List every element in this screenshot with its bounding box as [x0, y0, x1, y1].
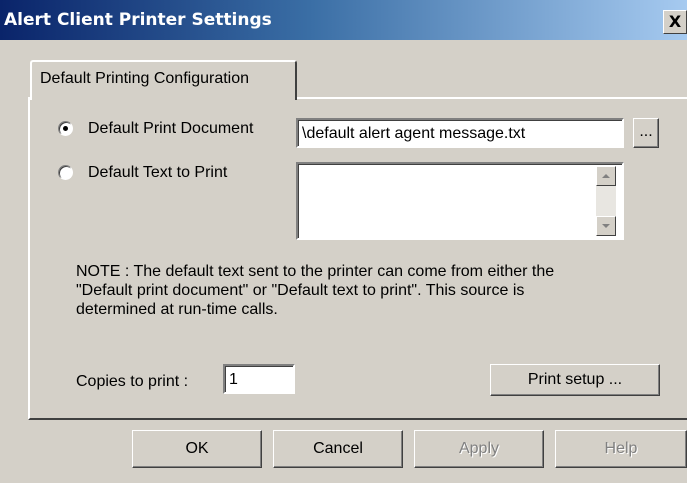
tab-panel	[28, 97, 687, 420]
help-button[interactable]: Help	[555, 430, 687, 468]
ok-label: OK	[185, 440, 209, 457]
apply-button[interactable]: Apply	[414, 430, 544, 468]
printer-settings-dialog: Alert Client Printer Settings X Default …	[0, 0, 687, 483]
window-title: Alert Client Printer Settings	[4, 10, 272, 30]
close-icon: X	[668, 12, 682, 31]
tab-default-printing-configuration[interactable]: Default Printing Configuration	[30, 60, 297, 100]
help-label: Help	[604, 440, 638, 457]
apply-label: Apply	[458, 440, 500, 457]
close-button[interactable]: X	[663, 10, 687, 34]
cancel-label: Cancel	[313, 440, 363, 457]
tab-label: Default Printing Configuration	[40, 70, 250, 87]
ok-button[interactable]: OK	[132, 430, 262, 468]
cancel-button[interactable]: Cancel	[273, 430, 403, 468]
title-bar: Alert Client Printer Settings X	[0, 0, 687, 40]
